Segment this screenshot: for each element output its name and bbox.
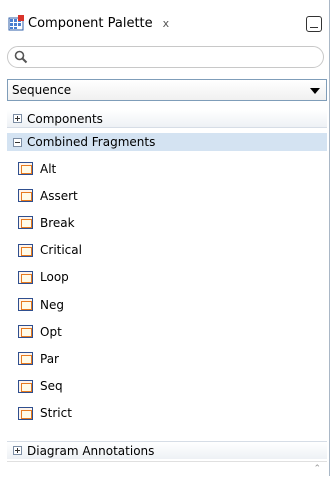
minus-box-icon[interactable] [13, 137, 22, 147]
list-item-label: Opt [40, 324, 62, 339]
tab-component-palette[interactable]: Component Palette x [8, 10, 169, 36]
selected-page-value: Sequence [12, 83, 72, 97]
list-item-label: Assert [40, 188, 78, 203]
section-combined-fragments[interactable]: Combined Fragments [7, 133, 327, 151]
panel-header: Component Palette x [0, 0, 330, 38]
fragment-item-neg[interactable]: Neg [7, 291, 327, 318]
fragment-item-critical[interactable]: Critical [7, 237, 327, 264]
list-item-label: Seq [40, 379, 63, 394]
component-palette-panel: Component Palette x Sequence Components … [0, 0, 330, 477]
palette-page-select[interactable]: Sequence [7, 79, 327, 101]
combined-fragment-icon [18, 189, 33, 203]
fragment-item-assert[interactable]: Assert [7, 182, 327, 209]
close-tab-icon[interactable]: x [163, 17, 170, 30]
fragment-list: Alt Assert Break Critical Loop Neg Opt P… [7, 155, 327, 427]
list-item-label: Critical [40, 243, 82, 258]
combined-fragment-icon [18, 406, 33, 420]
section-components[interactable]: Components [7, 110, 327, 128]
search-input[interactable] [34, 49, 318, 67]
list-item-label: Loop [40, 270, 69, 285]
list-item-label: Strict [40, 406, 72, 421]
component-palette-icon [8, 15, 24, 31]
scroll-up-icon[interactable]: ⌃ [313, 464, 321, 474]
list-item-label: Neg [40, 297, 64, 312]
combined-fragment-icon [18, 216, 33, 230]
section-components-label: Components [27, 111, 103, 126]
minimize-button[interactable] [306, 16, 322, 32]
fragment-item-break[interactable]: Break [7, 209, 327, 236]
combined-fragment-icon [18, 379, 33, 393]
section-annotations-label: Diagram Annotations [27, 443, 155, 458]
search-field[interactable] [7, 46, 324, 68]
fragment-item-loop[interactable]: Loop [7, 264, 327, 291]
fragment-item-seq[interactable]: Seq [7, 373, 327, 400]
combined-fragment-icon [18, 298, 33, 312]
section-diagram-annotations[interactable]: Diagram Annotations [7, 441, 327, 459]
fragment-item-strict[interactable]: Strict [7, 400, 327, 427]
list-item-label: Break [40, 215, 75, 230]
combined-fragment-icon [18, 325, 33, 339]
search-icon [14, 50, 28, 64]
list-item-label: Alt [40, 161, 57, 176]
fragment-item-par[interactable]: Par [7, 345, 327, 372]
combined-fragment-icon [18, 162, 33, 176]
fragment-item-opt[interactable]: Opt [7, 318, 327, 345]
plus-box-icon[interactable] [13, 114, 22, 123]
plus-box-icon[interactable] [13, 446, 22, 455]
list-item-label: Par [40, 351, 59, 366]
combined-fragment-icon [18, 352, 33, 366]
section-fragments-label: Combined Fragments [27, 135, 156, 149]
combined-fragment-icon [18, 243, 33, 257]
panel-title: Component Palette [28, 15, 153, 31]
chevron-down-icon[interactable] [310, 88, 320, 94]
fragment-item-alt[interactable]: Alt [7, 155, 327, 182]
combined-fragment-icon [18, 270, 33, 284]
palette-scroll-area: ⌃ [7, 461, 327, 477]
